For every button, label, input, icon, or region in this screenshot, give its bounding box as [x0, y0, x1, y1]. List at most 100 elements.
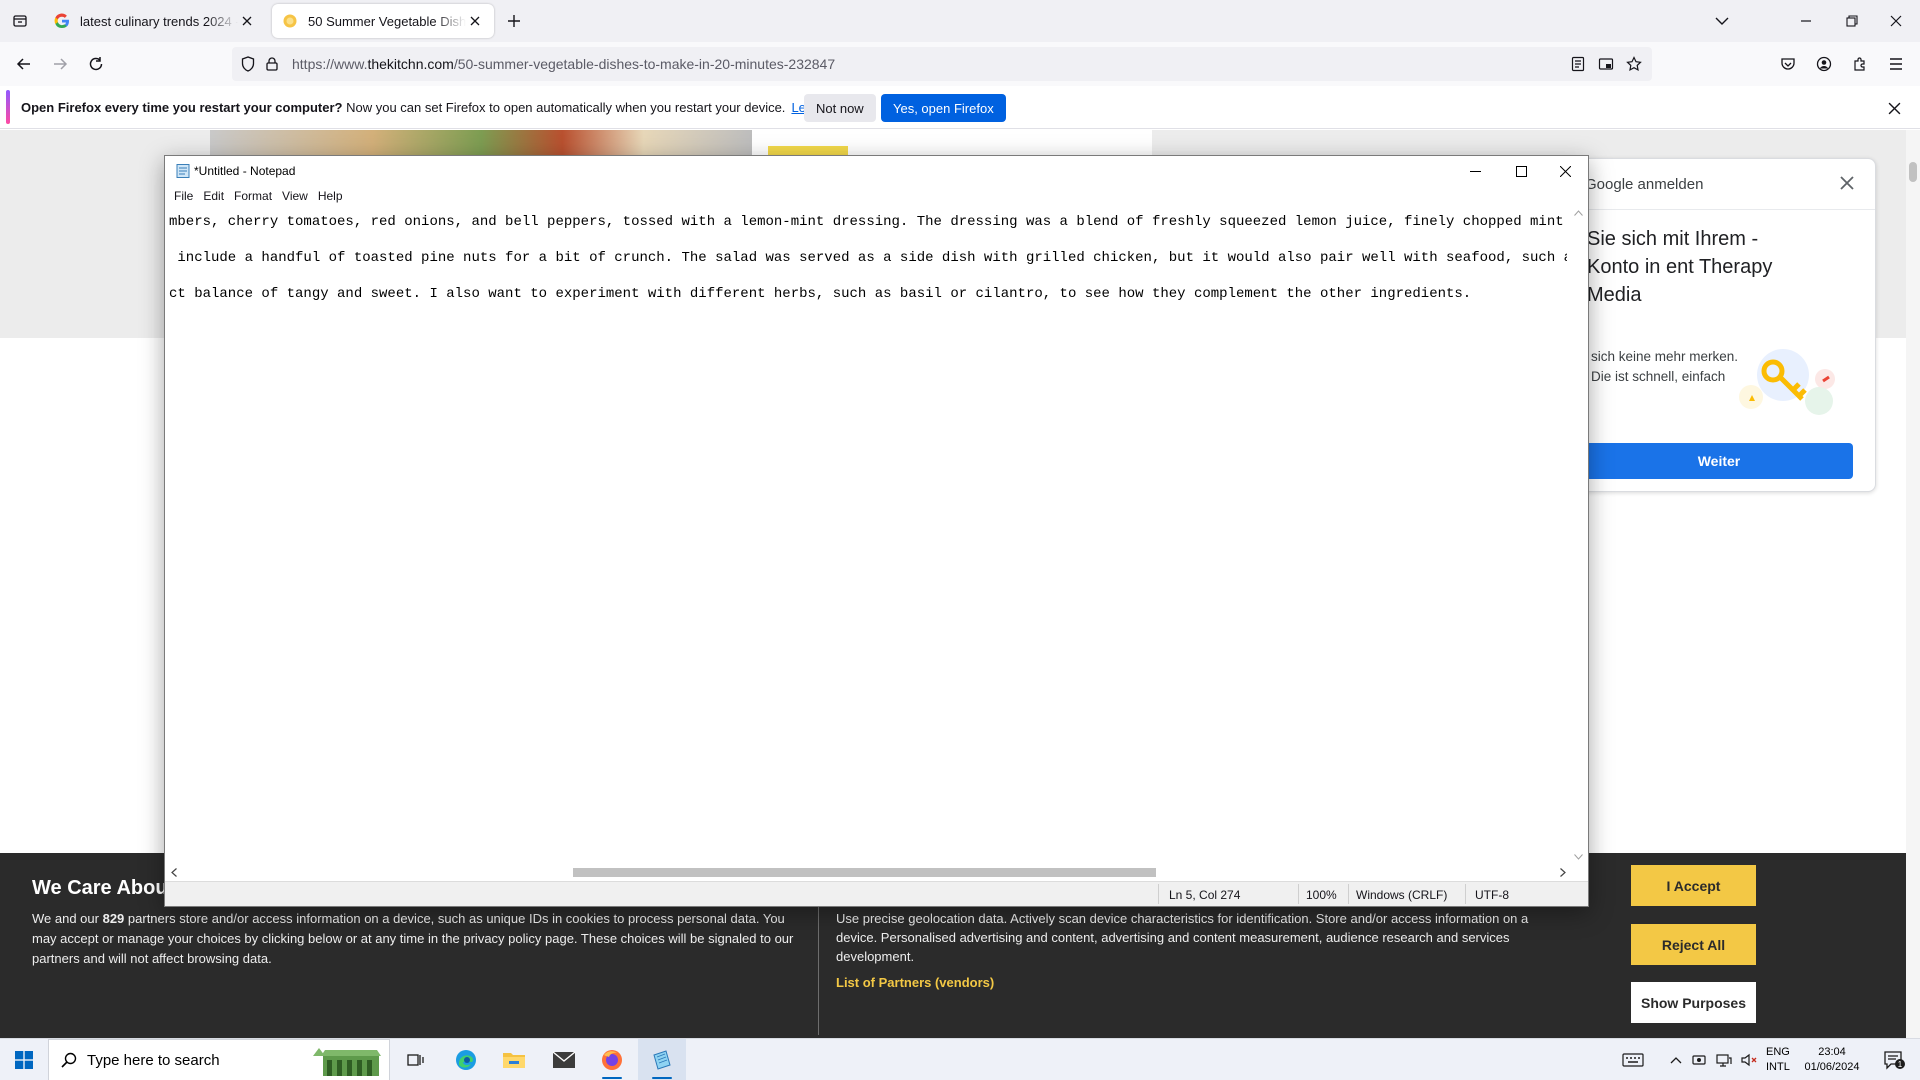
close-tab-icon[interactable] [238, 12, 256, 30]
horizontal-scrollbar-thumb[interactable] [573, 868, 1156, 877]
notification-center-icon[interactable]: 1 [1874, 1039, 1914, 1080]
yes-open-firefox-button[interactable]: Yes, open Firefox [881, 94, 1006, 122]
text-line: ct balance of tangy and sweet. I also wa… [169, 286, 1472, 302]
windows-taskbar: Type here to search ENG INTL 23:04 01/06… [0, 1038, 1920, 1080]
padlock-icon[interactable] [266, 57, 280, 71]
pocket-icon[interactable] [1774, 50, 1802, 78]
app-menu-icon[interactable] [1882, 50, 1910, 78]
show-purposes-button[interactable]: Show Purposes [1631, 982, 1756, 1023]
weiter-button[interactable]: Weiter [1585, 443, 1853, 479]
bookmark-star-icon[interactable] [1626, 56, 1642, 72]
text-line: mbers, cherry tomatoes, red onions, and … [169, 214, 1567, 230]
accept-button[interactable]: I Accept [1631, 865, 1756, 906]
vertical-scrollbar[interactable] [1570, 206, 1587, 864]
notepad-taskbar-icon[interactable] [638, 1039, 686, 1080]
reload-icon[interactable] [82, 50, 110, 78]
notepad-text-area[interactable]: mbers, cherry tomatoes, red onions, and … [167, 206, 1567, 864]
divider [1561, 209, 1875, 210]
tab-list-chevron-icon[interactable] [1708, 8, 1736, 34]
notification-bold-text: Open Firefox every time you restart your… [21, 100, 343, 115]
task-view-icon[interactable] [392, 1039, 440, 1080]
partners-count: 829 [102, 911, 125, 926]
tab-title: 50 Summer Vegetable Dishes to Make in 20… [308, 13, 466, 29]
tab-title: latest culinary trends 2024 - Google Sea… [80, 13, 238, 29]
notification-text: Now you can set Firefox to open automati… [342, 100, 786, 115]
reject-all-button[interactable]: Reject All [1631, 924, 1756, 965]
key-illustration-icon [1739, 349, 1835, 415]
url-host: thekitchn.com [367, 56, 454, 72]
tab-google-search[interactable]: latest culinary trends 2024 - Google Sea… [44, 4, 266, 38]
new-tab-icon[interactable] [500, 8, 528, 34]
maximize-icon[interactable] [1498, 156, 1544, 186]
search-icon [61, 1052, 77, 1068]
forward-icon[interactable] [46, 50, 74, 78]
menu-edit[interactable]: Edit [200, 189, 231, 203]
show-hidden-icons-chevron-icon[interactable] [1665, 1039, 1687, 1080]
scroll-up-arrow-icon[interactable] [1574, 210, 1583, 216]
keyboard-icon[interactable] [1618, 1039, 1648, 1080]
restore-window-icon[interactable] [1838, 8, 1866, 34]
mail-icon[interactable] [540, 1039, 588, 1080]
close-tab-icon[interactable] [466, 12, 484, 30]
google-popup-title: Google anmelden [1585, 176, 1704, 193]
scroll-left-arrow-icon[interactable] [171, 868, 177, 877]
taskbar-search-box[interactable]: Type here to search [48, 1039, 390, 1080]
url-prefix: https://www. [292, 56, 368, 72]
edge-browser-icon[interactable] [442, 1039, 490, 1080]
close-icon[interactable] [1835, 171, 1859, 195]
horizontal-scrollbar[interactable] [167, 864, 1570, 881]
minimize-icon[interactable] [1452, 156, 1498, 186]
menu-help[interactable]: Help [315, 189, 350, 203]
back-icon[interactable] [10, 50, 38, 78]
account-icon[interactable] [1810, 50, 1838, 78]
not-now-button[interactable]: Not now [804, 94, 876, 122]
notification-message: Open Firefox every time you restart your… [21, 100, 858, 115]
url-bar[interactable]: https://www.thekitchn.com/50-summer-vege… [232, 47, 1652, 81]
divider [818, 907, 819, 1035]
language-code: ENG [1766, 1046, 1790, 1058]
list-of-partners-link[interactable]: List of Partners (vendors) [836, 975, 994, 990]
reader-view-icon[interactable] [1570, 56, 1586, 72]
close-window-icon[interactable] [1882, 8, 1910, 34]
text-line: include a handful of toasted pine nuts f… [169, 250, 1567, 266]
notification-count: 1 [1898, 1060, 1903, 1069]
url-text[interactable]: https://www.thekitchn.com/50-summer-vege… [292, 56, 835, 72]
zoom-level: 100% [1306, 888, 1337, 902]
close-icon[interactable] [1542, 156, 1588, 186]
divider [1158, 884, 1159, 904]
scroll-down-arrow-icon[interactable] [1574, 854, 1583, 860]
consent-text-suffix: partners store and/or access information… [32, 911, 794, 966]
taskbar-clock[interactable]: 23:04 01/06/2024 [1802, 1045, 1862, 1075]
firefox-icon[interactable] [588, 1039, 636, 1080]
menu-file[interactable]: File [171, 189, 200, 203]
search-placeholder: Type here to search [87, 1051, 220, 1069]
tracking-protection-shield-icon[interactable] [241, 56, 255, 72]
windows-start-icon[interactable] [0, 1039, 48, 1080]
input-language[interactable]: ENG INTL [1766, 1045, 1790, 1075]
search-highlight-icon [313, 1048, 381, 1076]
page-scrollbar[interactable] [1906, 130, 1920, 1038]
minimize-window-icon[interactable] [1792, 8, 1820, 34]
divider [1465, 884, 1466, 904]
notepad-window[interactable]: *Untitled - Notepad File Edit Format Vie… [164, 155, 1589, 907]
menu-format[interactable]: Format [231, 189, 279, 203]
notepad-status-bar: Ln 5, Col 274 100% Windows (CRLF) UTF-8 [165, 881, 1588, 906]
close-notification-icon[interactable] [1884, 98, 1904, 118]
google-signin-popup: Google anmelden Sie sich mit Ihrem -Kont… [1560, 158, 1876, 492]
page-scrollbar-thumb[interactable] [1909, 162, 1917, 182]
google-favicon-icon [54, 13, 69, 29]
google-popup-heading: Sie sich mit Ihrem -Konto in ent Therapy… [1587, 228, 1773, 306]
picture-in-picture-icon[interactable] [1598, 56, 1614, 72]
url-path: /50-summer-vegetable-dishes-to-make-in-2… [453, 56, 836, 72]
divider [1348, 884, 1349, 904]
menu-view[interactable]: View [279, 189, 315, 203]
file-explorer-icon[interactable] [490, 1039, 538, 1080]
scroll-right-arrow-icon[interactable] [1560, 868, 1566, 877]
volume-muted-icon[interactable] [1738, 1039, 1760, 1080]
list-all-tabs-icon[interactable] [6, 8, 34, 34]
notepad-title-bar[interactable]: *Untitled - Notepad [165, 156, 1588, 186]
network-icon[interactable] [1713, 1039, 1735, 1080]
meet-now-icon[interactable] [1688, 1039, 1710, 1080]
extensions-icon[interactable] [1846, 50, 1874, 78]
tab-thekitchn[interactable]: 50 Summer Vegetable Dishes to Make in 20… [272, 4, 494, 38]
